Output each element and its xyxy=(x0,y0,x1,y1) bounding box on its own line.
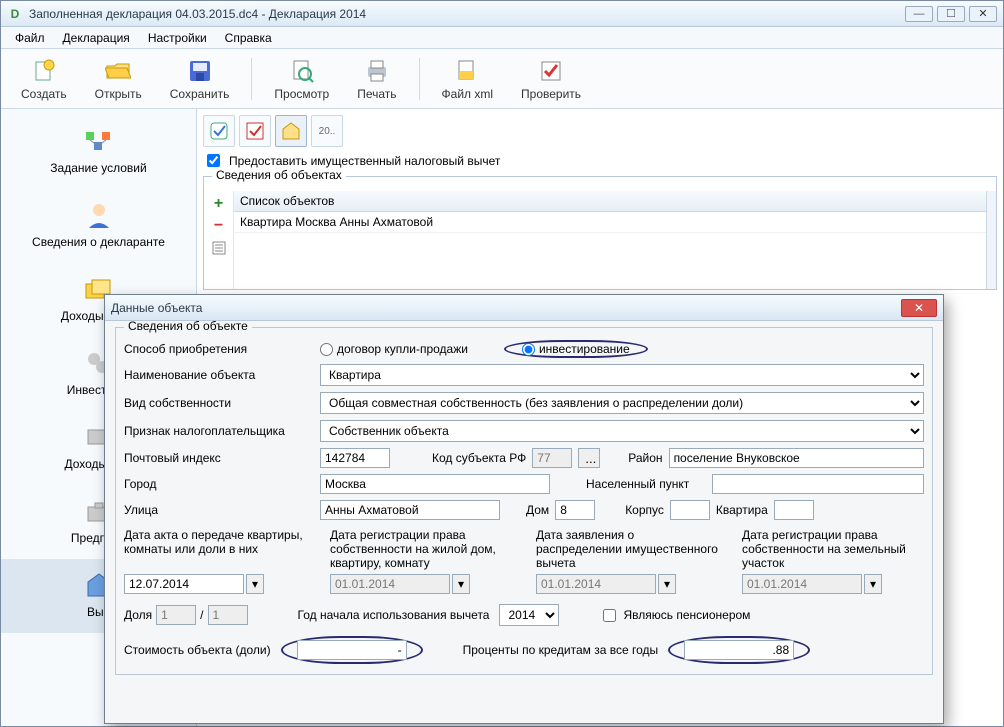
date3-input xyxy=(536,574,656,594)
house-label: Дом xyxy=(526,503,549,517)
taxpayer-label: Признак налогоплательщика xyxy=(124,424,314,438)
taxpayer-select[interactable]: Собственник объекта xyxy=(320,420,924,442)
toolbar-preview[interactable]: Просмотр xyxy=(264,55,339,103)
sidebar-item-label: Задание условий xyxy=(5,161,192,175)
toolbar-print[interactable]: Печать xyxy=(347,55,406,103)
interest-input[interactable] xyxy=(684,640,794,660)
share-sep: / xyxy=(200,608,203,622)
own-select[interactable]: Общая совместная собственность (без заяв… xyxy=(320,392,924,414)
app-icon: D xyxy=(7,6,23,22)
flat-input[interactable] xyxy=(774,500,814,520)
region-label: Код субъекта РФ xyxy=(432,451,526,465)
region-input xyxy=(532,448,572,468)
check-icon xyxy=(537,57,565,85)
name-select[interactable]: Квартира xyxy=(320,364,924,386)
share-label: Доля xyxy=(124,608,152,622)
interest-label: Проценты по кредитам за все годы xyxy=(463,643,659,657)
menu-settings[interactable]: Настройки xyxy=(140,29,215,47)
deduction-checkbox[interactable] xyxy=(207,154,220,167)
menu-file[interactable]: Файл xyxy=(7,29,53,47)
sidebar-item-declarant[interactable]: Сведения о декларанте xyxy=(1,189,196,263)
date3-label: Дата заявления о распределении имуществе… xyxy=(536,528,718,570)
house-input[interactable] xyxy=(555,500,595,520)
menu-declaration[interactable]: Декларация xyxy=(55,29,138,47)
cost-input[interactable] xyxy=(297,640,407,660)
locality-label: Населенный пункт xyxy=(586,477,706,491)
mode-radio-sale[interactable]: договор купли-продажи xyxy=(320,342,468,356)
date1-input[interactable] xyxy=(124,574,244,594)
dialog-group-label: Сведения об объекте xyxy=(124,321,252,333)
mini-tab-standard[interactable] xyxy=(203,115,235,147)
date4-picker-button[interactable]: ▾ xyxy=(864,574,882,594)
district-input[interactable] xyxy=(669,448,924,468)
year-select[interactable]: 2014 xyxy=(499,604,559,626)
edit-object-button[interactable] xyxy=(210,239,228,257)
new-file-icon xyxy=(30,57,58,85)
deduction-checkbox-label: Предоставить имущественный налоговый выч… xyxy=(229,154,500,168)
date3-picker-button[interactable]: ▾ xyxy=(658,574,676,594)
date2-label: Дата регистрации права собственности на … xyxy=(330,528,512,570)
date4-label: Дата регистрации права собственности на … xyxy=(742,528,924,570)
city-input[interactable] xyxy=(320,474,550,494)
toolbar-create[interactable]: Создать xyxy=(11,55,77,103)
toolbar-open[interactable]: Открыть xyxy=(85,55,152,103)
folder-open-icon xyxy=(104,57,132,85)
person-icon xyxy=(5,199,192,231)
date1-picker-button[interactable]: ▾ xyxy=(246,574,264,594)
zip-label: Почтовый индекс xyxy=(124,451,314,465)
share-den-input xyxy=(208,605,248,625)
mode-radio-invest[interactable]: инвестирование xyxy=(522,342,630,356)
building-input[interactable] xyxy=(670,500,710,520)
floppy-icon xyxy=(186,57,214,85)
dialog-close-button[interactable]: ✕ xyxy=(901,299,937,317)
date2-input xyxy=(330,574,450,594)
conditions-icon xyxy=(5,125,192,157)
date4-input xyxy=(742,574,862,594)
city-label: Город xyxy=(124,477,314,491)
close-button[interactable]: ✕ xyxy=(969,6,997,22)
locality-input[interactable] xyxy=(712,474,924,494)
flat-label: Квартира xyxy=(716,503,768,517)
toolbar-save[interactable]: Сохранить xyxy=(160,55,240,103)
share-num-input xyxy=(156,605,196,625)
year-label: Год начала использования вычета xyxy=(298,608,490,622)
preview-icon xyxy=(288,57,316,85)
minimize-button[interactable]: — xyxy=(905,6,933,22)
zip-input[interactable] xyxy=(320,448,390,468)
sidebar-item-label: Сведения о декларанте xyxy=(5,235,192,249)
date2-picker-button[interactable]: ▾ xyxy=(452,574,470,594)
own-label: Вид собственности xyxy=(124,396,314,410)
menu-help[interactable]: Справка xyxy=(217,29,280,47)
date1-label: Дата акта о передаче квартиры, комнаты и… xyxy=(124,528,306,570)
region-browse-button[interactable]: ... xyxy=(578,448,600,468)
street-input[interactable] xyxy=(320,500,500,520)
printer-icon xyxy=(363,57,391,85)
dialog-title: Данные объекта xyxy=(111,301,901,315)
mode-label: Способ приобретения xyxy=(124,342,314,356)
add-object-button[interactable]: + xyxy=(210,195,228,213)
xml-file-icon xyxy=(453,57,481,85)
mini-tab-property[interactable] xyxy=(275,115,307,147)
toolbar-check[interactable]: Проверить xyxy=(511,55,591,103)
pension-checkbox[interactable]: Являюсь пенсионером xyxy=(599,606,750,625)
street-label: Улица xyxy=(124,503,314,517)
objects-list-header: Список объектов xyxy=(234,191,986,212)
mini-tab-social[interactable] xyxy=(239,115,271,147)
mini-tab-20[interactable]: 20.. xyxy=(311,115,343,147)
maximize-button[interactable]: ☐ xyxy=(937,6,965,22)
sidebar-item-conditions[interactable]: Задание условий xyxy=(1,115,196,189)
building-label: Корпус xyxy=(625,503,664,517)
objects-list-row[interactable]: Квартира Москва Анны Ахматовой xyxy=(234,212,986,233)
cost-label: Стоимость объекта (доли) xyxy=(124,643,271,657)
district-label: Район xyxy=(628,451,662,465)
window-title: Заполненная декларация 04.03.2015.dc4 - … xyxy=(29,7,905,21)
name-label: Наименование объекта xyxy=(124,368,314,382)
toolbar-xml[interactable]: Файл xml xyxy=(432,55,504,103)
objects-group-label: Сведения об объектах xyxy=(212,168,346,182)
remove-object-button[interactable]: − xyxy=(210,217,228,235)
